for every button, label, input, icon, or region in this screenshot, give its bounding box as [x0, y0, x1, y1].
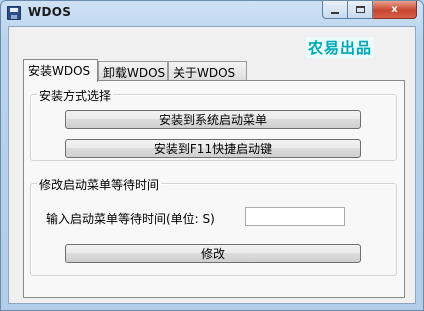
- install-f11-button[interactable]: 安装到F11快捷启动键: [65, 139, 361, 158]
- tab-about[interactable]: 关于WDOS: [168, 61, 247, 81]
- client-area: 农易出品 安装WDOS 卸载WDOS 关于WDOS 安装方式选择 安装到系统启动…: [8, 26, 416, 304]
- title-bar[interactable]: WDOS x: [1, 1, 423, 25]
- caption-buttons: x: [322, 1, 417, 19]
- tab-panel-install: 安装方式选择 安装到系统启动菜单 安装到F11快捷启动键 修改启动菜单等待时间 …: [23, 80, 405, 298]
- brand-label: 农易出品: [306, 37, 375, 58]
- wait-time-group: 修改启动菜单等待时间 输入启动菜单等待时间(单位: S) 修改: [30, 176, 397, 276]
- install-system-menu-button[interactable]: 安装到系统启动菜单: [65, 110, 361, 129]
- wait-time-legend: 修改启动菜单等待时间: [37, 176, 162, 193]
- close-button[interactable]: x: [373, 1, 417, 19]
- minimize-button[interactable]: [322, 1, 348, 19]
- floppy-disk-icon: [7, 6, 21, 20]
- maximize-button[interactable]: [348, 1, 373, 19]
- wait-time-input[interactable]: [245, 207, 345, 226]
- close-icon: x: [391, 4, 398, 15]
- wait-time-label: 输入启动菜单等待时间(单位: S): [46, 212, 215, 226]
- modify-button[interactable]: 修改: [65, 244, 361, 263]
- tab-uninstall[interactable]: 卸载WDOS: [98, 61, 168, 81]
- tab-install[interactable]: 安装WDOS: [23, 59, 98, 82]
- app-window: WDOS x 农易出品 安装WDOS 卸载WDOS 关于WDOS 安装方式选择 …: [0, 0, 424, 311]
- install-method-legend: 安装方式选择: [37, 87, 114, 104]
- install-method-group: 安装方式选择 安装到系统启动菜单 安装到F11快捷启动键: [30, 87, 397, 161]
- minimize-icon: [331, 11, 339, 14]
- maximize-icon: [355, 6, 365, 13]
- window-title: WDOS: [28, 5, 72, 19]
